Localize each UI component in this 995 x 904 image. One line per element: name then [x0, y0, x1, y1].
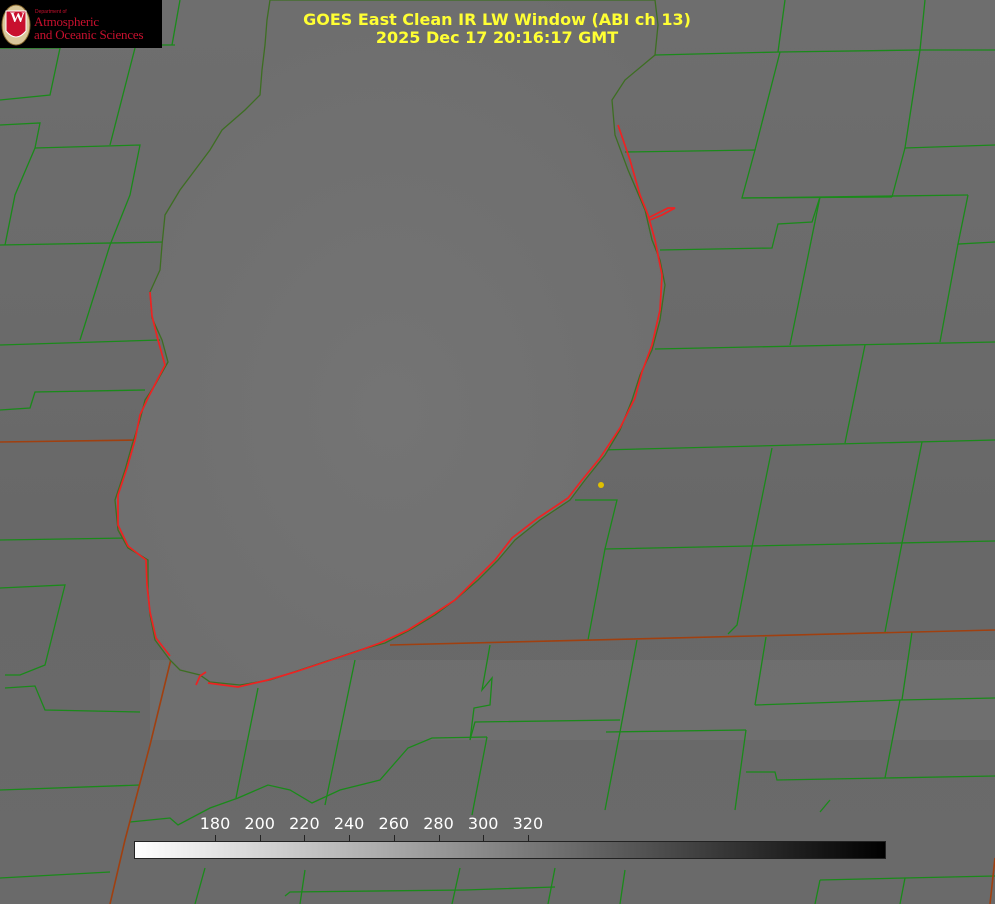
- title-timestamp: 2025 Dec 17 20:16:17 GMT: [375, 28, 619, 47]
- map-canvas: [0, 0, 995, 904]
- colorbar-tick-label: 240: [333, 814, 365, 833]
- title-product: GOES East Clean IR LW Window (ABI ch 13): [303, 10, 691, 29]
- colorbar-tick-label: 260: [378, 814, 410, 833]
- station-marker: [598, 482, 604, 488]
- colorbar-tick-label: 280: [423, 814, 454, 833]
- colorbar-tick-label: 200: [244, 814, 275, 833]
- colorbar-labels: 180 200 220 240 260 280 300 320: [0, 814, 995, 836]
- uw-aos-logo: W Department of Atmospheric and Oceanic …: [0, 0, 162, 48]
- colorbar: [134, 841, 886, 859]
- colorbar-tick-label: 180: [199, 814, 231, 833]
- colorbar-tick-label: 220: [289, 814, 320, 833]
- logo-line-2: and Oceanic Sciences: [34, 27, 144, 42]
- image-title: GOES East Clean IR LW Window (ABI ch 13)…: [262, 11, 732, 47]
- satellite-image-view: W Department of Atmospheric and Oceanic …: [0, 0, 995, 904]
- colorbar-tick-label: 320: [512, 814, 544, 833]
- seal-letter: W: [10, 10, 25, 26]
- colorbar-tick-label: 300: [467, 814, 499, 833]
